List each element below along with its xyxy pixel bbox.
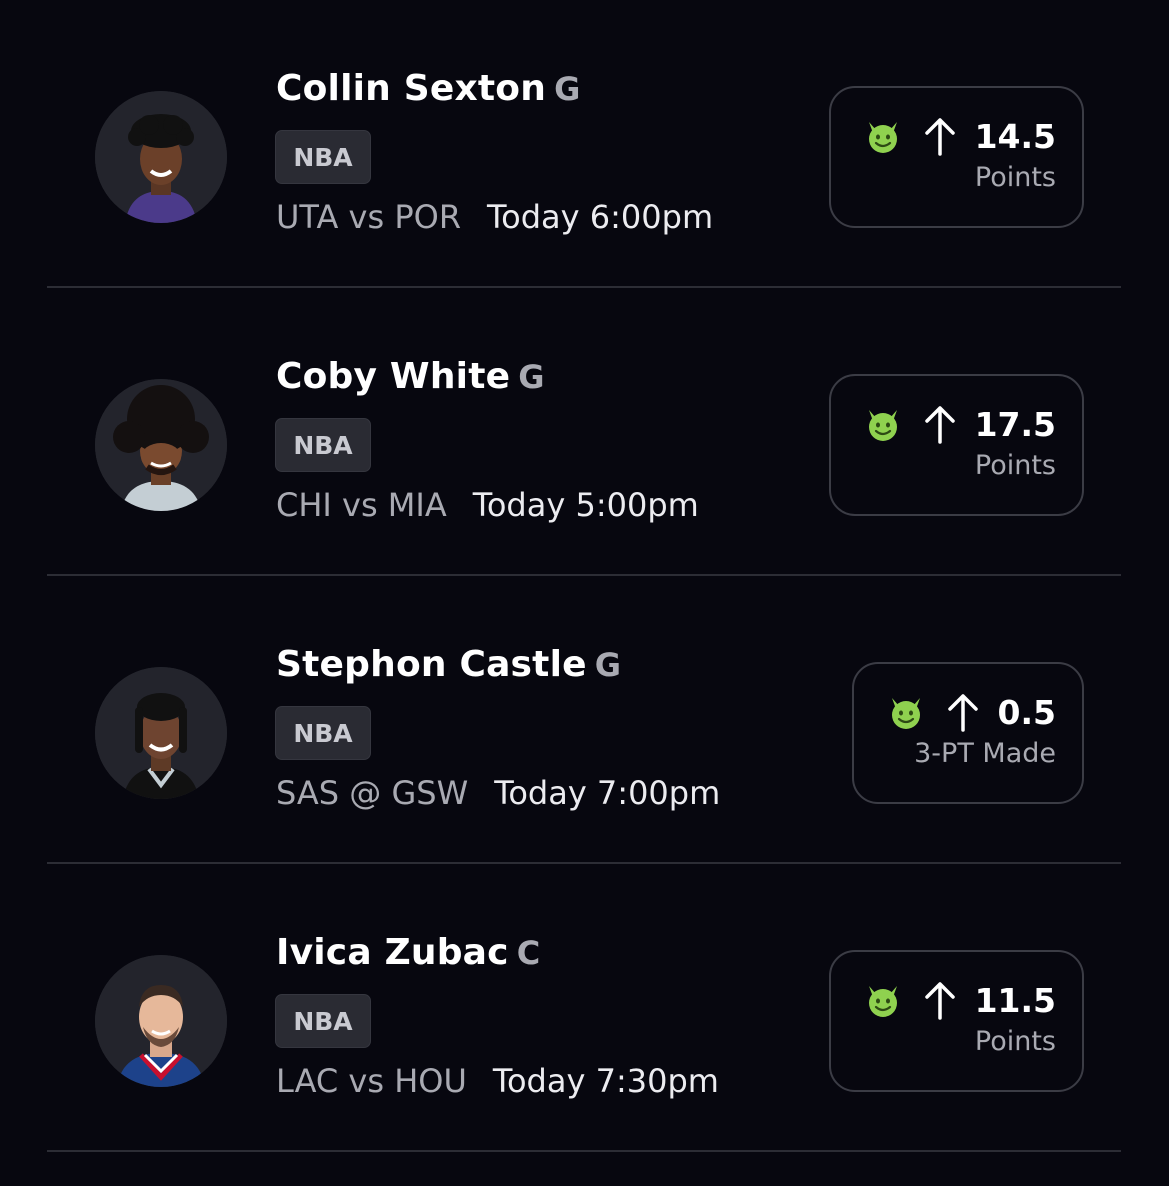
game-time: Today 5:00pm	[472, 486, 699, 524]
player-position: C	[516, 934, 541, 972]
matchup: LAC vs HOU	[276, 1062, 467, 1100]
player-name-line: Collin Sexton G	[276, 68, 580, 118]
player-name: Coby White	[276, 356, 511, 397]
pick-row[interactable]: Coby White G NBA CHI vs MIA Today 5:00pm 1…	[0, 288, 1169, 576]
projection-value: 17.5	[974, 404, 1056, 444]
stat-type: Points	[974, 162, 1056, 193]
player-position: G	[554, 70, 581, 108]
projection-value: 14.5	[974, 116, 1056, 156]
player-name-line: Ivica Zubac C	[276, 932, 540, 982]
game-info: LAC vs HOU Today 7:30pm	[276, 1062, 719, 1100]
projection-top: 17.5	[863, 400, 1056, 448]
arrow-up-icon	[924, 982, 955, 1020]
matchup: UTA vs POR	[276, 198, 462, 236]
demon-icon	[868, 986, 897, 1017]
matchup: CHI vs MIA	[276, 486, 447, 524]
player-avatar	[95, 955, 227, 1087]
game-time: Today 6:00pm	[487, 198, 714, 236]
game-info: SAS @ GSW Today 7:00pm	[276, 774, 720, 812]
demon-icon	[868, 410, 897, 441]
game-time: Today 7:00pm	[494, 774, 721, 812]
pick-row[interactable]: Stephon Castle G NBA SAS @ GSW Today 7:00p…	[0, 576, 1169, 864]
player-position: G	[594, 646, 622, 684]
projection-card[interactable]: 11.5 Points	[828, 950, 1084, 1092]
league-badge: NBA	[275, 130, 371, 184]
player-headshot-icon	[95, 955, 227, 1087]
player-headshot-icon	[95, 667, 227, 799]
stat-type: 3-PT Made	[914, 738, 1056, 769]
game-info: CHI vs MIA Today 5:00pm	[276, 486, 699, 524]
projection-card[interactable]: 0.5 3-PT Made	[851, 662, 1084, 804]
projection-top: 0.5	[886, 688, 1056, 736]
player-name-line: Stephon Castle G	[276, 644, 621, 694]
player-headshot-icon	[95, 91, 227, 223]
league-badge: NBA	[275, 994, 371, 1048]
player-position: G	[518, 358, 545, 396]
game-time: Today 7:30pm	[492, 1062, 719, 1100]
pick-row[interactable]: Ivica Zubac C NBA LAC vs HOU Today 7:30pm …	[0, 864, 1169, 1152]
player-avatar	[95, 667, 227, 799]
league-badge: NBA	[275, 706, 371, 760]
league-badge: NBA	[275, 418, 371, 472]
stat-type: Points	[974, 1026, 1056, 1057]
player-avatar	[95, 379, 227, 511]
projection-card[interactable]: 14.5 Points	[828, 86, 1084, 228]
arrow-up-icon	[947, 694, 978, 732]
arrow-up-icon	[924, 118, 955, 156]
player-avatar	[95, 91, 227, 223]
demon-icon	[891, 698, 920, 729]
stat-type: Points	[974, 450, 1056, 481]
player-name: Collin Sexton	[276, 68, 547, 109]
player-headshot-icon	[95, 379, 227, 511]
matchup: SAS @ GSW	[276, 774, 469, 812]
projection-card[interactable]: 17.5 Points	[828, 374, 1084, 516]
projection-value: 11.5	[974, 980, 1056, 1020]
player-name-line: Coby White G	[276, 356, 545, 406]
game-info: UTA vs POR Today 6:00pm	[276, 198, 713, 236]
player-name: Stephon Castle	[276, 644, 587, 685]
projection-top: 11.5	[863, 976, 1056, 1024]
arrow-up-icon	[924, 406, 955, 444]
projection-value: 0.5	[997, 692, 1056, 732]
pick-row[interactable]: Collin Sexton G NBA UTA vs POR Today 6:00p…	[0, 0, 1169, 288]
demon-icon	[868, 122, 897, 153]
row-divider	[47, 1150, 1121, 1152]
player-name: Ivica Zubac	[276, 932, 509, 973]
projection-top: 14.5	[863, 112, 1056, 160]
